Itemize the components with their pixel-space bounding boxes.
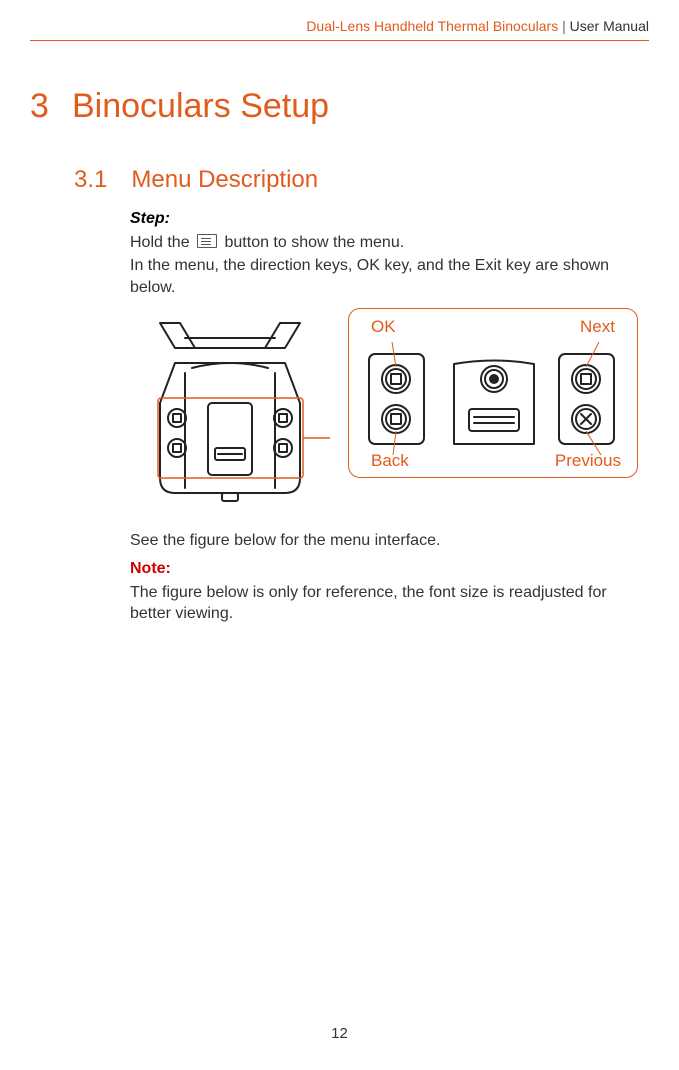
page-header: Dual-Lens Handheld Thermal Binoculars | … — [30, 18, 649, 41]
hold-text-post: button to show the menu. — [225, 234, 405, 251]
doc-type: User Manual — [570, 18, 649, 34]
section-title: Menu Description — [131, 166, 318, 194]
figure-row: OK Next Back Previous — [130, 308, 649, 508]
section-heading: 3.1 Menu Description — [74, 166, 649, 194]
see-figure-text: See the figure below for the menu interf… — [130, 530, 629, 552]
note-text: The figure below is only for reference, … — [130, 582, 629, 625]
callout-back-label: Back — [371, 451, 409, 471]
page-number: 12 — [0, 1025, 679, 1042]
header-separator: | — [558, 18, 569, 34]
callout-previous-label: Previous — [555, 451, 621, 471]
callout-next-label: Next — [580, 317, 615, 337]
product-name: Dual-Lens Handheld Thermal Binoculars — [306, 18, 558, 34]
keys-description: In the menu, the direction keys, OK key,… — [130, 255, 629, 298]
section-number: 3.1 — [74, 166, 107, 194]
hold-instruction: Hold the button to show the menu. — [130, 232, 629, 254]
chapter-number: 3 — [30, 87, 54, 126]
controls-callout-box: OK Next Back Previous — [348, 308, 638, 478]
note-label: Note: — [130, 558, 629, 580]
menu-button-icon — [197, 234, 217, 248]
step-label: Step: — [130, 208, 629, 230]
hold-text-pre: Hold the — [130, 234, 194, 251]
binoculars-diagram — [130, 308, 330, 508]
callout-ok-label: OK — [371, 317, 396, 337]
chapter-title: Binoculars Setup — [72, 87, 329, 126]
chapter-heading: 3 Binoculars Setup — [30, 87, 649, 126]
